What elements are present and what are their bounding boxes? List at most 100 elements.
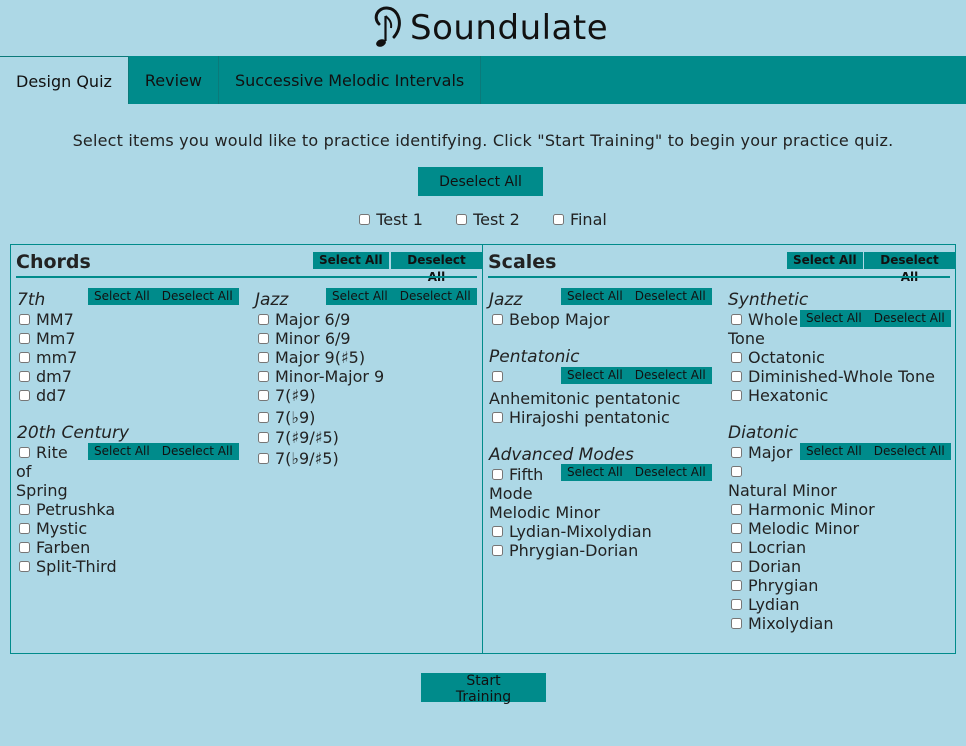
scale-option-anhemitonic-pentatonic-checkbox[interactable] [492, 367, 509, 386]
seventh-deselect-all-button[interactable]: Deselect All [156, 288, 239, 305]
checkbox[interactable] [731, 466, 742, 477]
checkbox[interactable] [492, 526, 503, 537]
checkbox[interactable] [731, 542, 742, 553]
scale-option-hirajoshi-pentatonic[interactable]: Hirajoshi pentatonic [492, 408, 670, 427]
test-2-option[interactable]: Test 2 [456, 210, 520, 229]
chord-option-rite-of-spring[interactable]: Rite [19, 443, 68, 462]
scale-option-whole-tone[interactable]: Whole [731, 310, 798, 329]
chord-option-mystic[interactable]: Mystic [19, 519, 87, 538]
test-1-checkbox[interactable] [359, 214, 371, 225]
checkbox[interactable] [731, 580, 742, 591]
checkbox[interactable] [731, 352, 742, 363]
checkbox[interactable] [19, 504, 30, 515]
diatonic-select-all-button[interactable]: Select All [800, 443, 868, 460]
pentatonic-select-all-button[interactable]: Select All [561, 367, 629, 384]
scale-option-locrian[interactable]: Locrian [731, 538, 806, 557]
chord-option-major-6-9[interactable]: Major 6/9 [258, 310, 350, 329]
checkbox[interactable] [492, 412, 503, 423]
seventh-select-all-button[interactable]: Select All [88, 288, 156, 305]
jazz-scales-select-all-button[interactable]: Select All [561, 288, 629, 305]
checkbox[interactable] [19, 561, 30, 572]
scale-option-phrygian-dorian[interactable]: Phrygian-Dorian [492, 541, 638, 560]
scale-option-mixolydian[interactable]: Mixolydian [731, 614, 833, 633]
scale-option-diminished-whole-tone[interactable]: Diminished-Whole Tone [731, 367, 935, 386]
chord-option-farben[interactable]: Farben [19, 538, 90, 557]
final-checkbox[interactable] [552, 214, 564, 225]
chord-option-dd7[interactable]: dd7 [19, 386, 67, 405]
checkbox[interactable] [19, 542, 30, 553]
jazz-chords-select-all-button[interactable]: Select All [326, 288, 394, 305]
synthetic-select-all-button[interactable]: Select All [800, 310, 868, 327]
scale-option-lydian-mixolydian[interactable]: Lydian-Mixolydian [492, 522, 652, 541]
chord-option-dm7[interactable]: dm7 [19, 367, 72, 386]
synthetic-deselect-all-button[interactable]: Deselect All [868, 310, 951, 327]
chord-option-split-third[interactable]: Split-Third [19, 557, 117, 576]
scale-option-natural-minor-checkbox[interactable] [731, 462, 748, 481]
scale-option-hexatonic[interactable]: Hexatonic [731, 386, 828, 405]
advanced-modes-select-all-button[interactable]: Select All [561, 464, 629, 481]
chord-option-7-sharp9-sharp5[interactable]: 7(♯9/♯5) [258, 428, 339, 447]
checkbox[interactable] [258, 371, 269, 382]
chords-select-all-button[interactable]: Select All [313, 252, 389, 269]
scales-select-all-button[interactable]: Select All [787, 252, 863, 269]
checkbox[interactable] [258, 390, 269, 401]
checkbox[interactable] [19, 314, 30, 325]
chord-option-7-sharp9[interactable]: 7(♯9) [258, 386, 316, 405]
test-2-checkbox[interactable] [456, 214, 468, 225]
scale-option-octatonic[interactable]: Octatonic [731, 348, 825, 367]
checkbox[interactable] [731, 390, 742, 401]
scale-option-major[interactable]: Major [731, 443, 792, 462]
checkbox[interactable] [731, 447, 742, 458]
final-option[interactable]: Final [552, 210, 607, 229]
scale-option-melodic-minor[interactable]: Melodic Minor [731, 519, 859, 538]
checkbox[interactable] [19, 333, 30, 344]
chord-option-7-flat9-sharp5[interactable]: 7(♭9/♯5) [258, 449, 339, 468]
checkbox[interactable] [258, 412, 269, 423]
diatonic-deselect-all-button[interactable]: Deselect All [868, 443, 951, 460]
chord-option-mm7-major[interactable]: MM7 [19, 310, 74, 329]
checkbox[interactable] [19, 352, 30, 363]
twentieth-century-select-all-button[interactable]: Select All [88, 443, 156, 460]
checkbox[interactable] [731, 371, 742, 382]
checkbox[interactable] [258, 314, 269, 325]
chord-option-major-9-sharp5[interactable]: Major 9(♯5) [258, 348, 365, 367]
deselect-all-button[interactable]: Deselect All [418, 167, 543, 196]
chord-option-mm7-dominant[interactable]: Mm7 [19, 329, 76, 348]
checkbox[interactable] [258, 352, 269, 363]
checkbox[interactable] [19, 523, 30, 534]
checkbox[interactable] [19, 447, 30, 458]
scale-option-bebop-major[interactable]: Bebop Major [492, 310, 609, 329]
start-training-button[interactable]: Start Training [421, 673, 546, 705]
checkbox[interactable] [19, 390, 30, 401]
checkbox[interactable] [731, 523, 742, 534]
chord-option-7-flat9[interactable]: 7(♭9) [258, 408, 315, 427]
scale-option-harmonic-minor[interactable]: Harmonic Minor [731, 500, 875, 519]
checkbox[interactable] [492, 314, 503, 325]
scales-deselect-all-button[interactable]: Deselect All [864, 252, 955, 284]
jazz-scales-deselect-all-button[interactable]: Deselect All [629, 288, 712, 305]
chord-option-minor-major-9[interactable]: Minor-Major 9 [258, 367, 384, 386]
test-1-option[interactable]: Test 1 [359, 210, 423, 229]
chords-deselect-all-button[interactable]: Deselect All [391, 252, 482, 284]
checkbox[interactable] [492, 371, 503, 382]
scale-option-dorian[interactable]: Dorian [731, 557, 801, 576]
twentieth-century-deselect-all-button[interactable]: Deselect All [156, 443, 239, 460]
pentatonic-deselect-all-button[interactable]: Deselect All [629, 367, 712, 384]
tab-design-quiz[interactable]: Design Quiz [0, 56, 129, 104]
scale-option-fifth-mode-melodic-minor[interactable]: Fifth [492, 465, 543, 484]
checkbox[interactable] [731, 314, 742, 325]
checkbox[interactable] [492, 469, 503, 480]
checkbox[interactable] [258, 432, 269, 443]
chord-option-mm7-minor[interactable]: mm7 [19, 348, 77, 367]
chord-option-petrushka[interactable]: Petrushka [19, 500, 115, 519]
checkbox[interactable] [731, 561, 742, 572]
checkbox[interactable] [731, 618, 742, 629]
checkbox[interactable] [258, 333, 269, 344]
scale-option-phrygian[interactable]: Phrygian [731, 576, 818, 595]
tab-review[interactable]: Review [129, 56, 219, 104]
checkbox[interactable] [258, 453, 269, 464]
checkbox[interactable] [731, 504, 742, 515]
scale-option-lydian[interactable]: Lydian [731, 595, 799, 614]
checkbox[interactable] [492, 545, 503, 556]
advanced-modes-deselect-all-button[interactable]: Deselect All [629, 464, 712, 481]
